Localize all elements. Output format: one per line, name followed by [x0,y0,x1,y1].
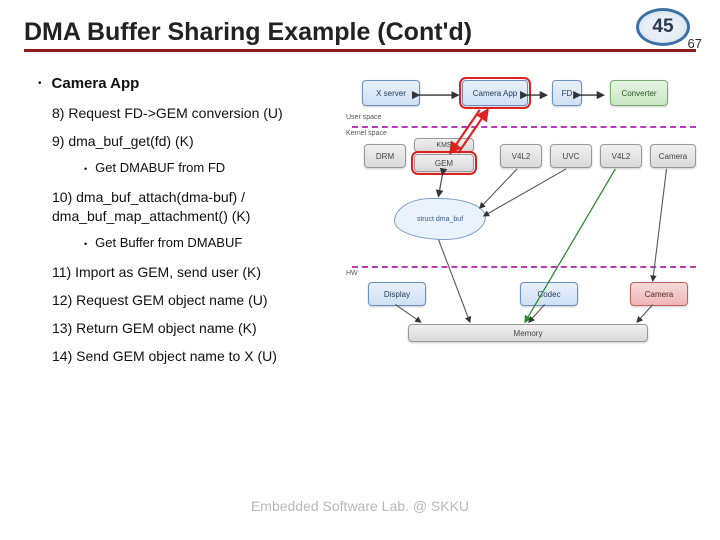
label-kernel-space: Kernel space [346,130,387,137]
box-camera-app: Camera App [462,80,528,106]
box-kms-gem: KMS GEM [414,138,474,174]
box-display: Display [368,282,426,306]
substep-10-text: Get Buffer from DMABUF [95,235,242,253]
box-codec: Codec [520,282,578,306]
step-14: 14) Send GEM object name to X (U) [52,347,344,365]
step-12: 12) Request GEM object name (U) [52,291,344,309]
bullet-column: • Camera App 8) Request FD->GEM conversi… [24,66,344,376]
section-heading-row: • Camera App [38,74,344,94]
step-13: 13) Return GEM object name (K) [52,319,344,337]
box-v4l2-b: V4L2 [600,144,642,168]
box-camdrv: Camera [650,144,696,168]
label-user-space: User space [346,114,381,121]
bullet-dot-icon: • [38,74,42,94]
step-10: 10) dma_buf_attach(dma-buf) / dma_buf_ma… [52,188,344,224]
box-uvc: UVC [550,144,592,168]
box-xserver: X server [362,80,420,106]
label-hw: HW [346,270,358,277]
slide-body: • Camera App 8) Request FD->GEM conversi… [24,66,696,376]
step-9: 9) dma_buf_get(fd) (K) [52,132,344,150]
substep-9-text: Get DMABUF from FD [95,160,225,178]
box-drm: DRM [364,144,406,168]
box-v4l2-a: V4L2 [500,144,542,168]
title-row: DMA Buffer Sharing Example (Cont'd) [24,18,696,52]
slide-footer: Embedded Software Lab. @ SKKU [0,498,720,514]
page-number-badge: 45 [636,8,690,46]
total-pages: 67 [688,36,702,51]
section-heading: Camera App [52,74,140,94]
box-gem: GEM [414,154,474,172]
box-fd: FD [552,80,582,106]
box-converter: Converter [610,80,668,106]
cloud-dmabuf: struct dma_buf [394,198,486,240]
slide-title: DMA Buffer Sharing Example (Cont'd) [24,18,696,47]
step-11: 11) Import as GEM, send user (K) [52,263,344,281]
dash-kernel-hw [352,266,696,268]
dash-user-kernel [352,126,696,128]
architecture-diagram: User space Kernel space HW X server Came… [352,66,696,366]
substep-10: • Get Buffer from DMABUF [84,235,344,253]
substep-9: • Get DMABUF from FD [84,160,344,178]
box-memory: Memory [408,324,648,342]
box-camera: Camera [630,282,688,306]
step-8: 8) Request FD->GEM conversion (U) [52,104,344,122]
bullet-dot-icon: • [84,235,87,253]
bullet-dot-icon: • [84,160,87,178]
box-kms: KMS [414,138,474,152]
